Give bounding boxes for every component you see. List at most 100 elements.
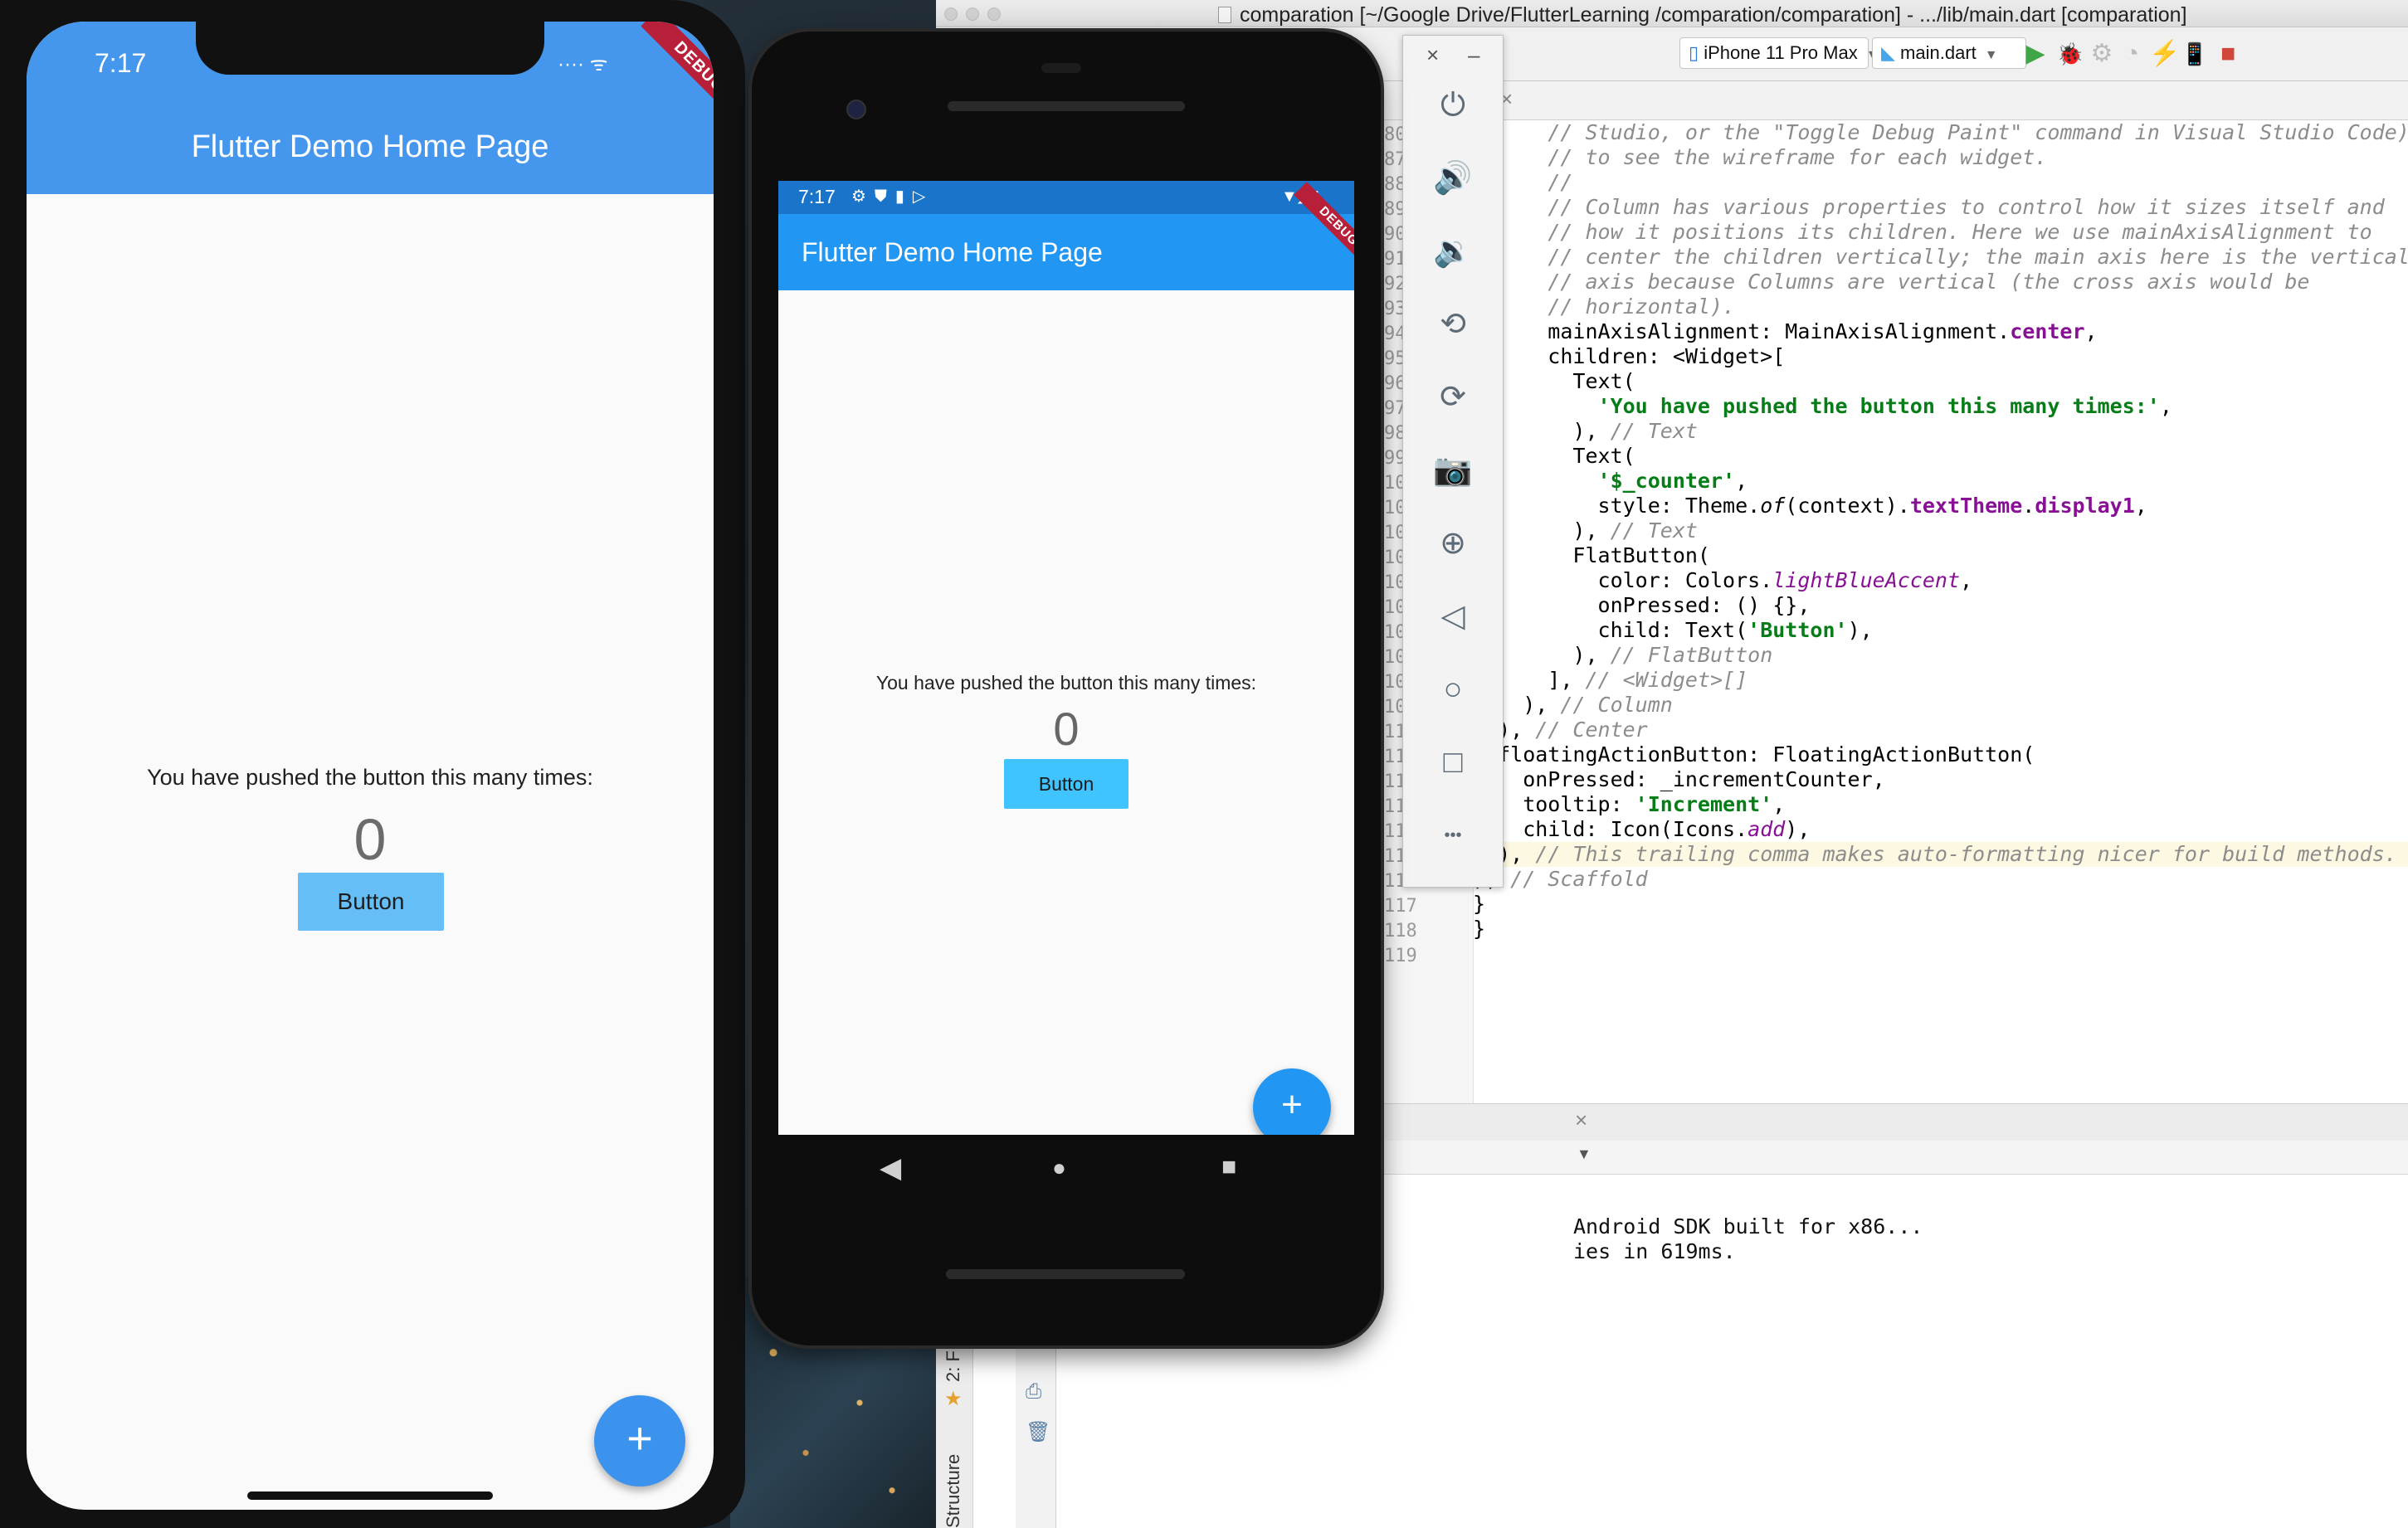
trash-icon[interactable]: 🗑 xyxy=(1026,1420,1050,1444)
star-icon: ★ xyxy=(944,1388,963,1410)
code-line: // axis because Columns are vertical (th… xyxy=(1548,270,2310,294)
code-line: // how it positions its children. Here w… xyxy=(1548,220,2372,244)
flutter-icon: ◣ xyxy=(1881,42,1895,63)
status-notification-icons: ⚙⛊▮▷ xyxy=(851,187,934,206)
code-line: } xyxy=(1473,892,1486,916)
code-line: ), // FlatButton xyxy=(1473,643,1773,667)
ide-window-title: comparation [~/Google Drive/FlutterLearn… xyxy=(1218,3,2187,27)
counter-label: You have pushed the button this many tim… xyxy=(147,765,593,790)
counter-value: 0 xyxy=(1053,703,1080,755)
profile-icon[interactable]: ⚙ xyxy=(2088,37,2116,71)
favorites-tool-tab[interactable]: 2: F xyxy=(943,1350,964,1382)
android-screen: 7:17 ⚙⛊▮▷ ▼◢▮ Flutter Demo Home Page DEB… xyxy=(778,181,1354,1135)
increment-fab[interactable]: + xyxy=(594,1395,685,1487)
code-editor[interactable]: // Studio, or the "Toggle Debug Paint" c… xyxy=(1473,120,2408,1103)
file-icon xyxy=(1218,7,1231,23)
status-icons: ···· ᯤ xyxy=(558,53,608,75)
home-icon[interactable]: ○ xyxy=(1433,669,1473,709)
code-line: tooltip: 'Increment', xyxy=(1473,792,1786,816)
run-icon[interactable]: ▶ xyxy=(2021,37,2050,71)
flat-button[interactable]: Button xyxy=(298,873,444,931)
code-line: ), // Text xyxy=(1473,419,1698,443)
code-line: color: Colors.lightBlueAccent, xyxy=(1473,568,1973,592)
code-line: children: <Widget>[ xyxy=(1473,344,1786,368)
line-number: 117 xyxy=(1384,896,1417,917)
android-nav-bar: ◀ ● ■ xyxy=(778,1135,1354,1203)
minimize-icon[interactable]: – xyxy=(1468,42,1479,68)
camera-icon[interactable]: 📷 xyxy=(1433,450,1473,490)
rotate-left-icon[interactable]: ⟲ xyxy=(1433,304,1473,344)
device-selector-label: iPhone 11 Pro Max xyxy=(1704,42,1858,63)
run-config-label: main.dart xyxy=(1900,42,1977,63)
app-title: Flutter Demo Home Page xyxy=(802,237,1103,267)
code-line: ), // This trailing comma makes auto-for… xyxy=(1473,842,2408,867)
code-line: // center the children vertically; the m… xyxy=(1548,245,2408,269)
line-number: 119 xyxy=(1384,946,1417,966)
recents-nav-icon[interactable]: ■ xyxy=(1221,1153,1236,1181)
flat-button[interactable]: Button xyxy=(1004,759,1128,809)
code-line: style: Theme.of(context).textTheme.displ… xyxy=(1473,494,2147,518)
bottom-speaker xyxy=(946,1269,1185,1279)
ide-window-title-text: comparation [~/Google Drive/FlutterLearn… xyxy=(1240,3,2187,27)
code-line: // Studio, or the "Toggle Debug Paint" c… xyxy=(1548,120,2408,144)
home-nav-icon[interactable]: ● xyxy=(1052,1155,1066,1181)
window-close-button[interactable] xyxy=(944,7,958,21)
volume-down-icon[interactable]: 🔉 xyxy=(1433,231,1473,271)
device-selector[interactable]: ▯ iPhone 11 Pro Max▼ xyxy=(1679,37,1879,69)
rotate-right-icon[interactable]: ⟳ xyxy=(1433,377,1473,417)
counter-value: 0 xyxy=(353,807,387,872)
phone-icon: ▯ xyxy=(1689,42,1699,63)
code-line: ), // Text xyxy=(1473,518,1698,543)
code-line: floatingActionButton: FloatingActionButt… xyxy=(1473,742,2035,766)
structure-tool-tab[interactable]: Structure xyxy=(943,1454,964,1528)
notch xyxy=(196,22,544,75)
console-line: Android SDK built for x86... xyxy=(1573,1214,1923,1238)
volume-up-icon[interactable]: 🔊 xyxy=(1433,158,1473,198)
close-panel-icon[interactable]: × xyxy=(1575,1107,1587,1133)
code-line: // horizontal). xyxy=(1548,294,1736,319)
console-line: ies in 619ms. xyxy=(1573,1239,1736,1263)
zoom-icon[interactable]: ⊕ xyxy=(1433,523,1473,563)
hot-reload-icon[interactable]: ⚡ xyxy=(2149,37,2180,71)
earpiece xyxy=(1041,63,1081,73)
debug-icon[interactable]: 🐞 xyxy=(2056,37,2084,71)
iphone-simulator: 7:17 ···· ᯤ Flutter Demo Home Page DEBUG… xyxy=(0,0,745,1528)
run-config-selector[interactable]: ◣ main.dart ▼ xyxy=(1872,37,2026,69)
close-icon[interactable]: × xyxy=(1426,42,1439,68)
code-line: onPressed: _incrementCounter, xyxy=(1473,767,1885,791)
home-indicator[interactable] xyxy=(247,1492,493,1500)
back-nav-icon[interactable]: ◀ xyxy=(880,1151,901,1185)
code-line: mainAxisAlignment: MainAxisAlignment.cen… xyxy=(1473,319,2098,343)
line-number: 118 xyxy=(1384,921,1417,942)
ide-titlebar: comparation [~/Google Drive/FlutterLearn… xyxy=(936,0,2408,27)
android-emulator: 7:17 ⚙⛊▮▷ ▼◢▮ Flutter Demo Home Page DEB… xyxy=(752,32,1381,1346)
emulator-control-panel: × – ⏻ 🔊 🔉 ⟲ ⟳ 📷 ⊕ ◁ ○ □ ••• xyxy=(1402,35,1504,888)
window-zoom-button[interactable] xyxy=(987,7,1001,21)
status-time: 7:17 xyxy=(95,48,147,78)
code-line: child: Icon(Icons.add), xyxy=(1473,817,1811,841)
coverage-icon[interactable]: ◔ xyxy=(2118,37,2146,71)
code-line: child: Text('Button'), xyxy=(1473,618,1873,642)
code-line: FlatButton( xyxy=(1473,543,1710,567)
increment-fab[interactable]: + xyxy=(1253,1068,1331,1135)
code-line: ], // <Widget>[] xyxy=(1473,668,1748,692)
code-line: // to see the wireframe for each widget. xyxy=(1548,145,2048,169)
code-line: // Column has various properties to cont… xyxy=(1548,195,2385,219)
iphone-screen: 7:17 ···· ᯤ Flutter Demo Home Page DEBUG… xyxy=(27,22,714,1510)
code-line: '$_counter', xyxy=(1597,469,1748,493)
status-bar: 7:17 ⚙⛊▮▷ ▼◢▮ xyxy=(778,181,1354,214)
front-camera xyxy=(846,100,866,119)
app-title: Flutter Demo Home Page xyxy=(191,129,549,164)
overview-icon[interactable]: □ xyxy=(1433,742,1473,782)
print-icon[interactable]: ⎙ xyxy=(1026,1380,1041,1404)
code-line: 'You have pushed the button this many ti… xyxy=(1597,394,2172,418)
status-time: 7:17 xyxy=(798,186,836,207)
stop-icon[interactable]: ■ xyxy=(2214,37,2242,71)
window-minimize-button[interactable] xyxy=(966,7,979,21)
more-icon[interactable]: ••• xyxy=(1433,815,1473,855)
back-icon[interactable]: ◁ xyxy=(1433,596,1473,636)
flutter-inspector-icon[interactable]: 📱 xyxy=(2181,37,2209,71)
chevron-down-icon[interactable]: ▼ xyxy=(1577,1146,1592,1163)
top-speaker xyxy=(948,101,1185,111)
power-icon[interactable]: ⏻ xyxy=(1433,85,1473,125)
